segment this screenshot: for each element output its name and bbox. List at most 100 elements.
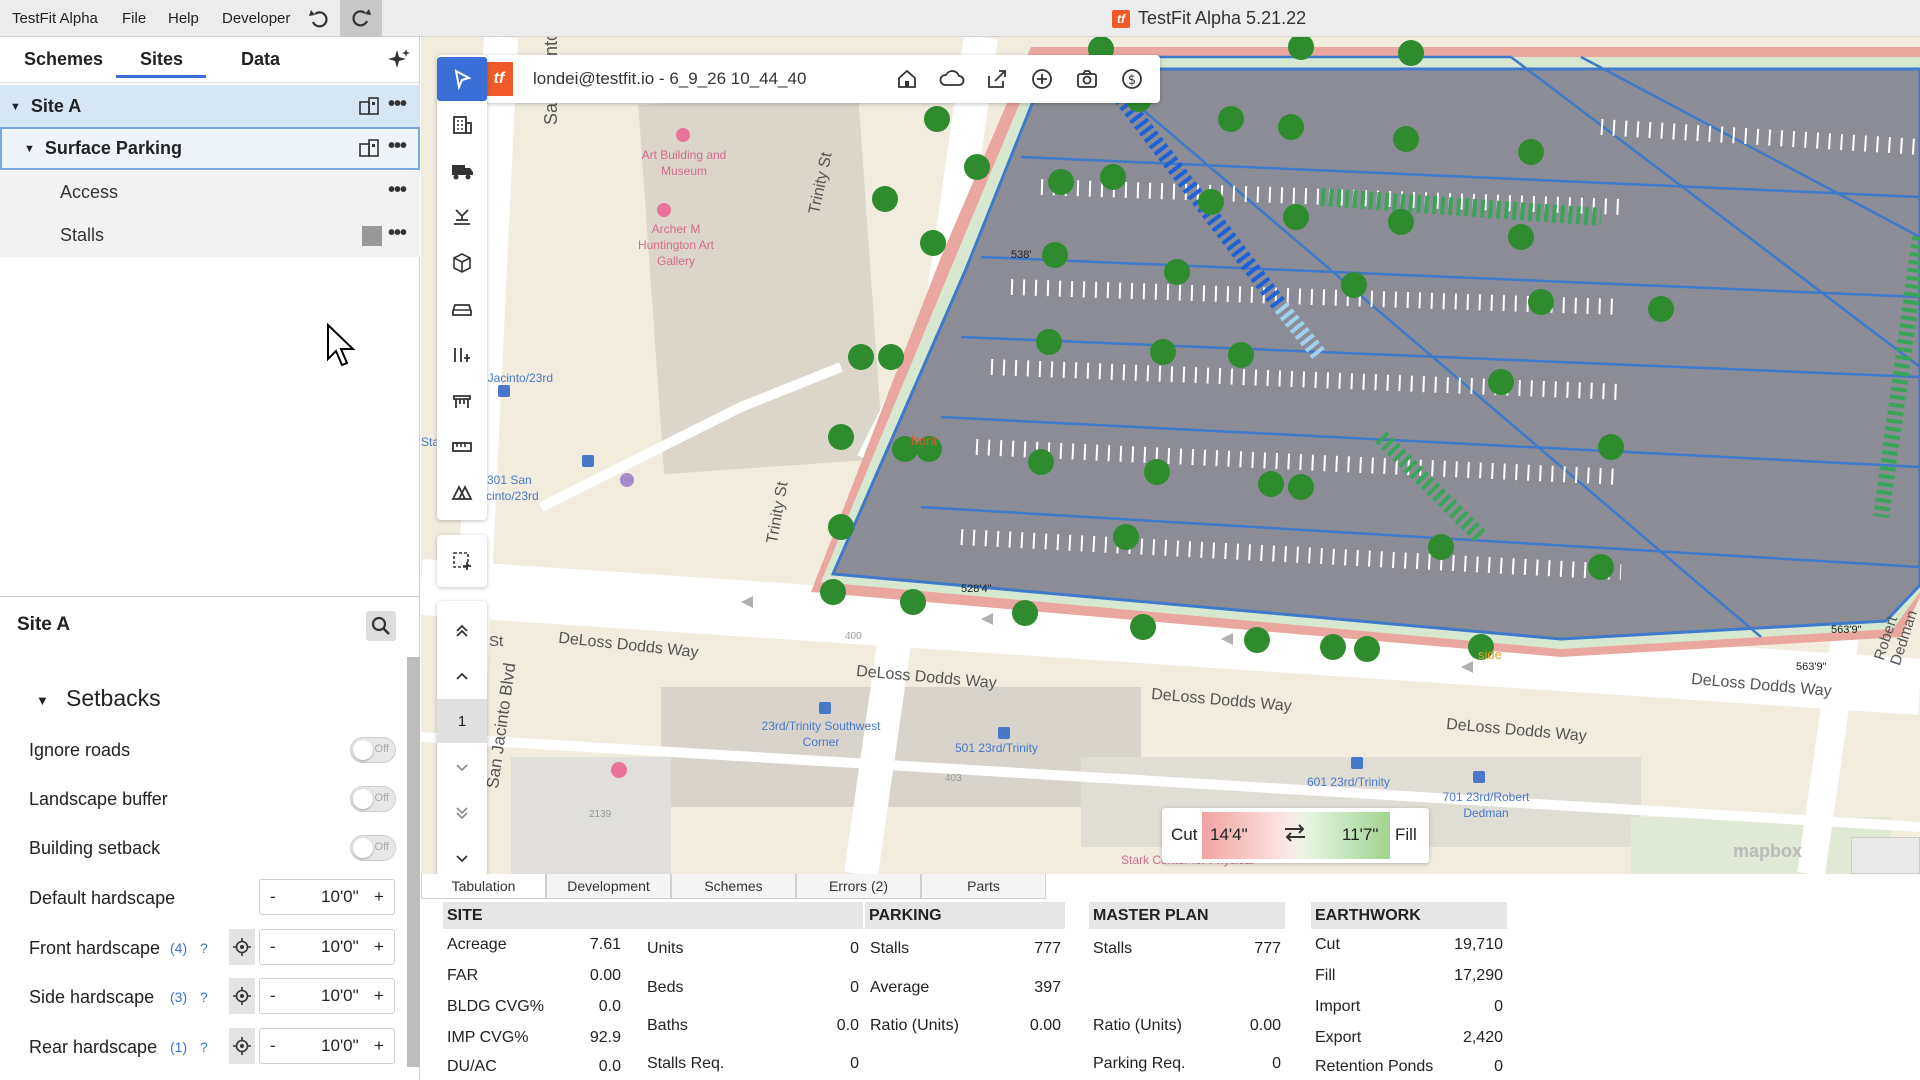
increment-button[interactable]: + — [374, 887, 384, 907]
car-icon[interactable] — [437, 287, 487, 331]
elevation-label: 538' — [1011, 249, 1032, 261]
stalls-tool-icon[interactable] — [437, 333, 487, 377]
double-chevron-up-icon[interactable] — [437, 609, 487, 653]
color-swatch[interactable] — [362, 226, 382, 246]
increment-button[interactable]: + — [374, 1036, 384, 1056]
building-number: 400 — [845, 631, 862, 642]
default-hardscape-stepper[interactable]: - 10'0" + — [259, 879, 395, 915]
stat-label: Cut — [1315, 936, 1340, 953]
rear-hardscape-stepper[interactable]: - 10'0" + — [259, 1028, 395, 1064]
help-link[interactable]: ? — [200, 1039, 208, 1055]
divider — [0, 82, 420, 83]
tree-row-surface-parking[interactable]: ▼ Surface Parking ••• — [0, 127, 420, 170]
tree-row-site[interactable]: ▼ Site A ••• — [0, 85, 420, 128]
ignore-roads-toggle[interactable]: Off — [350, 737, 396, 763]
map-canvas[interactable]: San Jacinto Trinity St Trinity St DeLoss… — [421, 37, 1920, 874]
side-hardscape-stepper[interactable]: - 10'0" + — [259, 978, 395, 1014]
decrement-button[interactable]: - — [270, 887, 276, 907]
level-indicator[interactable]: 1 — [437, 699, 487, 743]
side-count-link[interactable]: (3) — [170, 989, 187, 1005]
stepper-value[interactable]: 10'0" — [321, 986, 359, 1006]
chevron-up-icon[interactable] — [437, 654, 487, 698]
stat-value: 19,710 — [1454, 936, 1503, 953]
stat-value: 92.9 — [589, 1029, 621, 1046]
home-icon[interactable] — [895, 67, 919, 96]
stepper-value[interactable]: 10'0" — [321, 887, 359, 907]
menu-developer[interactable]: Developer — [222, 0, 290, 37]
sparkle-icon[interactable] — [386, 47, 412, 73]
tree-row-stalls[interactable]: Stalls ••• — [0, 214, 420, 257]
scheme-name[interactable]: londei@testfit.io - 6_9_26 10_44_40 — [533, 69, 806, 89]
scrollbar[interactable] — [407, 657, 420, 1067]
double-chevron-down-icon[interactable] — [437, 791, 487, 835]
truck-icon[interactable] — [437, 149, 487, 193]
decrement-button[interactable]: - — [270, 986, 276, 1006]
camera-icon[interactable] — [1075, 67, 1099, 96]
stat-value: 0 — [1494, 1058, 1503, 1075]
increment-button[interactable]: + — [374, 937, 384, 957]
building-setback-toggle[interactable]: Off — [350, 835, 396, 861]
select-cursor-icon[interactable] — [437, 57, 487, 101]
attribution-box[interactable] — [1851, 837, 1920, 874]
site-section-header: SITE — [443, 902, 863, 929]
setback-label-front: front — [911, 433, 938, 448]
stepper-value[interactable]: 10'0" — [321, 1036, 359, 1056]
tab-schemes[interactable]: Schemes — [671, 874, 796, 899]
stat-label: Average — [870, 979, 930, 996]
podium-icon[interactable] — [437, 195, 487, 239]
3d-box-icon[interactable] — [437, 241, 487, 285]
share-icon[interactable] — [985, 67, 1009, 96]
more-options-icon[interactable]: ••• — [388, 222, 407, 245]
stat-value: 0 — [1494, 998, 1503, 1015]
tab-errors[interactable]: Errors (2) — [796, 874, 921, 899]
redo-icon[interactable] — [340, 0, 382, 37]
help-link[interactable]: ? — [200, 940, 208, 956]
toggle-label: Ignore roads — [29, 740, 131, 760]
building-icon[interactable] — [358, 138, 380, 163]
tab-schemes[interactable]: Schemes — [24, 49, 103, 79]
increment-button[interactable]: + — [374, 986, 384, 1006]
add-region-icon[interactable] — [437, 539, 487, 583]
crosshair-icon[interactable] — [229, 1028, 255, 1064]
trees-icon[interactable] — [437, 471, 487, 515]
front-count-link[interactable]: (4) — [170, 940, 187, 956]
undo-icon[interactable] — [306, 6, 332, 32]
tab-data[interactable]: Data — [241, 49, 280, 79]
add-icon[interactable] — [1030, 67, 1054, 96]
landscape-buffer-toggle[interactable]: Off — [350, 786, 396, 812]
front-hardscape-stepper[interactable]: - 10'0" + — [259, 929, 395, 965]
building-icon[interactable] — [358, 96, 380, 121]
mouse-cursor-icon — [326, 322, 358, 374]
chevron-down-icon[interactable] — [437, 745, 487, 789]
more-options-icon[interactable]: ••• — [388, 179, 407, 202]
building-tool-icon[interactable] — [437, 103, 487, 147]
search-icon[interactable] — [366, 611, 396, 641]
swap-arrows-icon[interactable] — [1282, 820, 1308, 851]
stepper-value[interactable]: 10'0" — [321, 937, 359, 957]
tree-row-access[interactable]: Access ••• — [0, 171, 420, 214]
level-navigator: 1 — [437, 601, 487, 876]
cut-label: Cut — [1171, 825, 1198, 844]
tab-tabulation[interactable]: Tabulation — [421, 874, 546, 899]
menu-help[interactable]: Help — [168, 0, 199, 37]
cloud-icon[interactable] — [939, 67, 965, 96]
stat-label: BLDG CVG% — [447, 998, 544, 1015]
caret-down-icon[interactable]: ▼ — [10, 101, 21, 113]
crosshair-icon[interactable] — [229, 929, 255, 965]
decrement-button[interactable]: - — [270, 937, 276, 957]
caret-down-icon[interactable]: ▼ — [24, 143, 35, 155]
menu-file[interactable]: File — [122, 0, 146, 37]
menu-app[interactable]: TestFit Alpha — [12, 0, 98, 37]
tab-parts[interactable]: Parts — [921, 874, 1046, 899]
rear-count-link[interactable]: (1) — [170, 1039, 187, 1055]
more-options-icon[interactable]: ••• — [388, 135, 407, 158]
dollar-icon[interactable]: $ — [1120, 67, 1144, 96]
more-options-icon[interactable]: ••• — [388, 93, 407, 116]
tab-development[interactable]: Development — [546, 874, 671, 899]
decrement-button[interactable]: - — [270, 1036, 276, 1056]
table-tool-icon[interactable] — [437, 379, 487, 423]
caret-down-icon[interactable]: ▼ — [36, 693, 49, 708]
crosshair-icon[interactable] — [229, 978, 255, 1014]
help-link[interactable]: ? — [200, 989, 208, 1005]
ruler-icon[interactable] — [437, 425, 487, 469]
